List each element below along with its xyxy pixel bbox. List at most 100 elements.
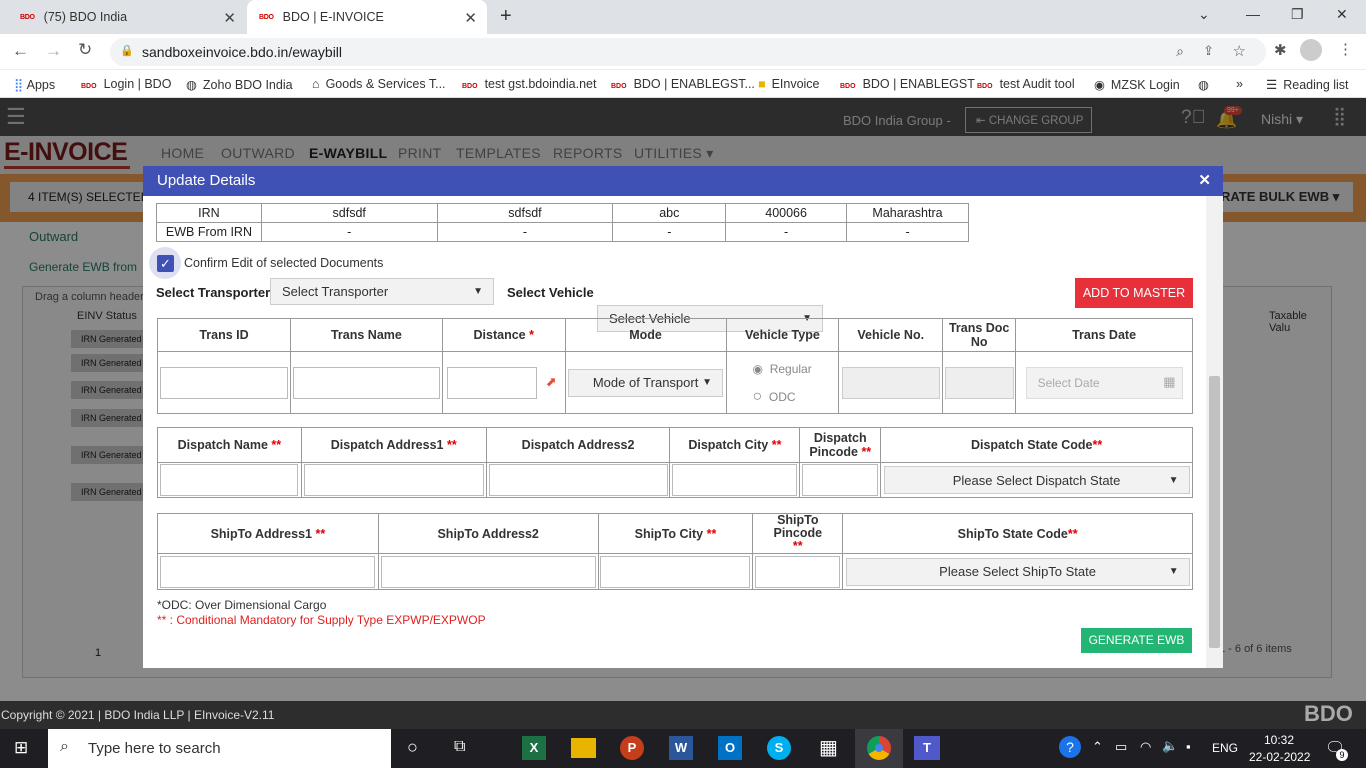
lock-icon: 🔒 [120, 45, 134, 57]
clock-time[interactable]: 10:32 [1264, 733, 1294, 747]
reading-list[interactable]: ☰ Reading list [1266, 77, 1349, 92]
header-distance: Distance * [441, 318, 566, 352]
dispatch-state-select[interactable]: Please Select Dispatch State ▼ [883, 466, 1190, 494]
shipto-table: ShipTo Address1 ** ShipTo Address2 ShipT… [157, 513, 1193, 590]
ewb-row: EWB From IRN - - - - - [156, 222, 969, 242]
teams-icon[interactable]: T [914, 736, 940, 760]
dispatch-address2-input[interactable] [488, 464, 668, 496]
bookmark-test-gst[interactable]: BDO test gst.bdoindia.net [462, 77, 596, 91]
trans-id-input[interactable] [159, 366, 288, 399]
menu-dots-icon[interactable]: ⋮ [1338, 40, 1353, 58]
file-explorer-icon[interactable] [571, 738, 596, 758]
external-link-icon[interactable]: ⬈ [546, 374, 557, 390]
word-icon[interactable]: W [669, 736, 693, 760]
transporter-select[interactable]: Select Transporter ▼ [270, 278, 494, 305]
bookmark-apps[interactable]: ⣿ Apps [14, 77, 55, 92]
powerpoint-icon[interactable]: P [620, 736, 644, 760]
skype-icon[interactable]: S [767, 736, 791, 760]
close-icon[interactable]: ✕ [464, 9, 477, 27]
mode-select[interactable]: Mode of Transport ▼ [568, 368, 724, 397]
scrollbar-thumb[interactable] [1209, 376, 1220, 648]
globe-icon[interactable]: ◍ [1198, 77, 1209, 92]
forward-icon[interactable]: → [45, 41, 62, 61]
trans-name-input[interactable] [292, 366, 440, 399]
bookmark-enablegst-1[interactable]: BDO BDO | ENABLEGST... [611, 77, 755, 91]
dispatch-table: Dispatch Name ** Dispatch Address1 ** Di… [157, 427, 1193, 498]
task-view-icon[interactable]: ⧉ [454, 738, 465, 756]
wifi-icon[interactable]: ◠ [1140, 739, 1151, 755]
bookmark-login-bdo[interactable]: BDO Login | BDO [81, 77, 171, 91]
shipto-pincode-input[interactable] [755, 555, 841, 588]
close-icon[interactable]: ✕ [1198, 171, 1211, 189]
search-icon: ⌕ [60, 738, 69, 755]
trans-date-input[interactable]: Select Date ▦ [1025, 366, 1183, 399]
battery-icon[interactable]: ▭ [1115, 739, 1127, 755]
chrome-taskbar-button[interactable] [855, 729, 903, 768]
restore-icon[interactable]: ❐ [1291, 6, 1304, 23]
more-bookmarks-icon[interactable]: » [1236, 77, 1243, 91]
taskbar-search-input[interactable]: ⌕ Type here to search [48, 729, 391, 768]
close-icon[interactable]: ✕ [223, 9, 236, 27]
bookmark-zoho[interactable]: ◍ Zoho BDO India [186, 77, 293, 92]
back-icon[interactable]: ← [12, 41, 29, 61]
help-tray-icon[interactable]: ? [1059, 736, 1081, 758]
cortana-icon[interactable]: ○ [407, 737, 418, 758]
vehicle-no-input[interactable] [841, 366, 940, 399]
cell: - [436, 222, 614, 242]
calculator-icon[interactable]: ▦ [819, 735, 838, 760]
clock-date[interactable]: 22-02-2022 [1249, 750, 1310, 764]
bookmark-star-icon[interactable]: ☆ [1233, 42, 1246, 60]
tab-bdo-india[interactable]: BDO (75) BDO India ✕ [8, 0, 246, 34]
dispatch-address1-input[interactable] [303, 464, 484, 496]
header-dispatch-name: Dispatch Name ** [157, 427, 302, 463]
excel-icon[interactable]: X [522, 736, 546, 760]
header-vehicle-type: Vehicle Type [725, 318, 840, 352]
shipto-city-input[interactable] [600, 555, 751, 588]
transport-table: Trans ID Trans Name Distance * Mode Vehi… [157, 318, 1193, 414]
shipto-address2-input[interactable] [380, 555, 596, 588]
minimize-icon[interactable]: — [1246, 6, 1260, 22]
volume-icon[interactable]: 🔈 [1162, 738, 1178, 754]
bookmark-mzsk[interactable]: ◉ MZSK Login [1094, 77, 1180, 92]
add-to-master-button[interactable]: ADD TO MASTER [1075, 278, 1193, 308]
extensions-icon[interactable]: ✱ [1274, 41, 1287, 59]
dispatch-city-input[interactable] [672, 464, 798, 496]
new-tab-icon[interactable]: + [500, 5, 512, 28]
bookmark-gst[interactable]: ⌂ Goods & Services T... [312, 77, 446, 91]
distance-input[interactable] [446, 366, 537, 399]
confirm-edit-checkbox[interactable]: ✓ [157, 255, 174, 272]
outlook-icon[interactable]: O [718, 736, 742, 760]
zoom-search-icon[interactable]: ⌕ [1176, 43, 1184, 60]
shipto-state-select[interactable]: Please Select ShipTo State ▼ [845, 557, 1190, 586]
bookmark-einvoice[interactable]: ■ EInvoice [758, 77, 820, 91]
bookmark-audit-tool[interactable]: BDO test Audit tool [977, 77, 1075, 91]
share-icon[interactable]: ⇪ [1203, 43, 1214, 59]
tab-search-icon[interactable]: ⌄ [1198, 6, 1210, 23]
network-icon[interactable]: ▪ [1186, 739, 1191, 754]
header-trans-name: Trans Name [289, 318, 443, 352]
irn-row: IRN sdfsdf sdfsdf abc 400066 Maharashtra [156, 203, 969, 223]
dispatch-name-input[interactable] [160, 464, 299, 496]
window-close-icon[interactable]: ✕ [1336, 6, 1348, 23]
caret-down-icon: ▼ [1168, 566, 1179, 577]
reload-icon[interactable]: ↻ [78, 40, 92, 60]
caret-down-icon: ▼ [702, 377, 713, 388]
windows-start-icon[interactable]: ⊞ [14, 738, 28, 758]
odc-radio[interactable]: ○ ODC [753, 383, 839, 411]
tab-e-invoice[interactable]: BDO BDO | E-INVOICE ✕ [247, 0, 487, 34]
shipto-address1-input[interactable] [160, 555, 376, 588]
language-indicator[interactable]: ENG [1212, 741, 1238, 755]
windows-taskbar: ⊞ ⌕ Type here to search ○ ⧉ X P W O S ▦ T… [0, 729, 1366, 768]
dispatch-pincode-input[interactable] [802, 464, 879, 496]
cell: IRN [156, 203, 262, 223]
generate-ewb-button[interactable]: GENERATE EWB [1081, 628, 1192, 653]
caret-down-icon: ▼ [1168, 474, 1179, 486]
tray-chevron-icon[interactable]: ⌃ [1092, 739, 1103, 755]
url-input[interactable]: 🔒 sandboxeinvoice.bdo.in/ewaybill ⌕ ⇪ ☆ [110, 38, 1266, 66]
profile-avatar[interactable] [1300, 39, 1322, 61]
irn-table: IRN sdfsdf sdfsdf abc 400066 Maharashtra… [156, 203, 969, 242]
bookmark-enablegst-2[interactable]: BDO BDO | ENABLEGST [840, 77, 975, 91]
regular-radio[interactable]: ◉ Regular [753, 355, 839, 383]
modal-header: Update Details ✕ [143, 166, 1223, 196]
trans-doc-no-input[interactable] [944, 366, 1014, 399]
